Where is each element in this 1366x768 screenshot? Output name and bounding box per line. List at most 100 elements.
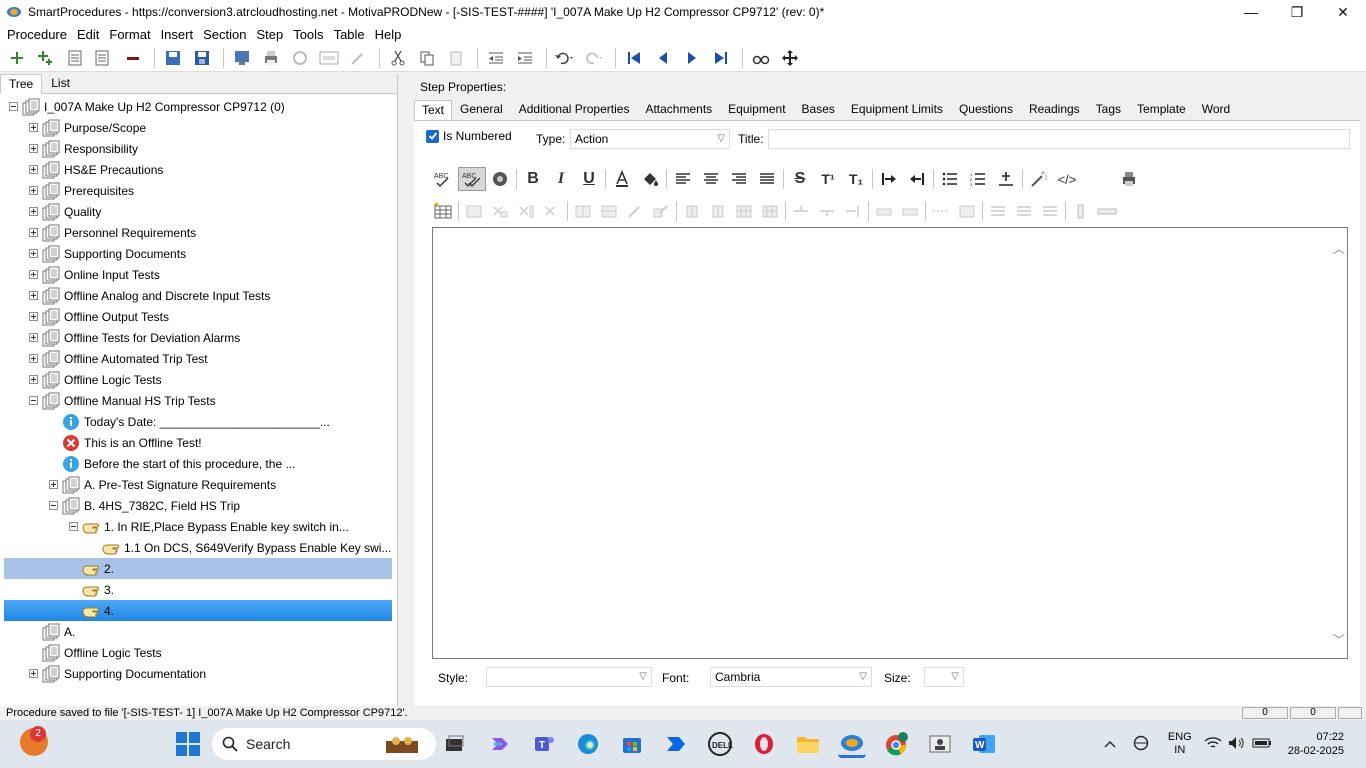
next-icon[interactable]	[679, 46, 705, 70]
collapse-icon[interactable]	[9, 102, 18, 111]
align-right-icon[interactable]	[725, 167, 753, 191]
powerautomate-icon[interactable]	[662, 730, 690, 758]
file-explorer-icon[interactable]	[794, 730, 822, 758]
find-icon[interactable]	[748, 46, 774, 70]
fill-color-icon[interactable]	[636, 167, 664, 191]
export-icon[interactable]	[229, 46, 255, 70]
refresh-icon[interactable]	[287, 46, 313, 70]
menu-table[interactable]: Table	[329, 27, 370, 42]
expand-icon[interactable]	[29, 228, 38, 237]
cell-align-left-disabled-icon[interactable]	[985, 199, 1011, 223]
align-justify-icon[interactable]	[753, 167, 781, 191]
dell-icon[interactable]: DELL	[706, 730, 734, 758]
delete-col-disabled-icon[interactable]	[513, 199, 539, 223]
magic-wand-icon[interactable]	[1025, 167, 1053, 191]
tab-readings[interactable]: Readings	[1021, 99, 1088, 120]
outdent-icon[interactable]	[483, 46, 509, 70]
menu-section[interactable]: Section	[198, 27, 251, 42]
chrome-icon[interactable]	[882, 730, 910, 758]
align-center-icon[interactable]	[697, 167, 725, 191]
tree-item[interactable]: Offline Tests for Deviation Alarms	[4, 327, 392, 348]
tree-item[interactable]: This is an Offline Test!	[4, 432, 392, 453]
tree-item[interactable]: Prerequisites	[4, 180, 392, 201]
smartprocedures-taskbar-icon[interactable]	[838, 730, 866, 758]
word-icon[interactable]: W	[970, 730, 998, 758]
task-view-icon[interactable]	[440, 730, 468, 758]
tab-tags[interactable]: Tags	[1088, 99, 1129, 120]
list-icon[interactable]	[62, 46, 88, 70]
remove-icon[interactable]	[120, 46, 146, 70]
menu-tools[interactable]: Tools	[288, 27, 328, 42]
tree-item[interactable]: B. 4HS_7382C, Field HS Trip	[4, 495, 392, 516]
add-child-icon[interactable]	[33, 46, 59, 70]
tab-text[interactable]: Text	[414, 100, 453, 120]
scroll-down-icon[interactable]: ﹀	[1333, 631, 1345, 648]
undo-icon[interactable]	[552, 46, 578, 70]
insert-row-below-disabled-icon[interactable]	[757, 199, 783, 223]
app-manager-icon[interactable]	[926, 730, 954, 758]
minimize-button[interactable]: —	[1228, 0, 1274, 24]
collapse-icon[interactable]	[49, 501, 58, 510]
windows-start-icon[interactable]	[176, 732, 200, 756]
volume-icon[interactable]	[1228, 736, 1246, 753]
cut-icon[interactable]	[385, 46, 411, 70]
teams-icon[interactable]: T	[530, 730, 558, 758]
tree-item[interactable]: Responsibility	[4, 138, 392, 159]
tab-template[interactable]: Template	[1129, 99, 1194, 120]
first-icon[interactable]	[621, 46, 647, 70]
tree-item[interactable]: 3.	[4, 579, 392, 600]
tree-item[interactable]: 2.	[4, 558, 392, 579]
spellcheck-auto-icon[interactable]: ABC	[458, 167, 486, 191]
chevron-up-icon[interactable]	[1104, 737, 1116, 751]
spellcheck-icon[interactable]: ABC	[430, 167, 458, 191]
insert-line-icon[interactable]	[992, 167, 1020, 191]
indent-icon[interactable]	[512, 46, 538, 70]
type-select[interactable]: Action ▽	[570, 129, 730, 149]
expand-icon[interactable]	[29, 270, 38, 279]
taskbar-search[interactable]: Search	[212, 728, 436, 760]
split-cells-disabled-icon[interactable]	[596, 199, 622, 223]
move-row-up-disabled-icon[interactable]	[788, 199, 814, 223]
tree-item[interactable]: Offline Logic Tests	[4, 369, 392, 390]
expand-icon[interactable]	[29, 123, 38, 132]
close-button[interactable]: ✕	[1320, 0, 1366, 24]
underline-button[interactable]: U	[575, 167, 603, 191]
row-height-disabled-icon[interactable]	[840, 199, 866, 223]
last-icon[interactable]	[708, 46, 734, 70]
redo-icon[interactable]	[581, 46, 607, 70]
footer-row-disabled-icon[interactable]	[897, 199, 923, 223]
tab-attachments[interactable]: Attachments	[637, 99, 720, 120]
tab-questions[interactable]: Questions	[951, 99, 1021, 120]
tab-bases[interactable]: Bases	[794, 99, 843, 120]
font-select[interactable]: Cambria ▽	[710, 667, 872, 687]
insert-col-left-disabled-icon[interactable]	[679, 199, 705, 223]
cell-align-right-disabled-icon[interactable]	[1037, 199, 1063, 223]
tab-equipment[interactable]: Equipment	[720, 99, 793, 120]
indent-right-icon[interactable]	[875, 167, 903, 191]
menu-insert[interactable]: Insert	[156, 27, 199, 42]
merge-cells-disabled-icon[interactable]	[570, 199, 596, 223]
print-preview-icon[interactable]	[1115, 167, 1143, 191]
tab-equipment-limits[interactable]: Equipment Limits	[843, 99, 951, 120]
expand-icon[interactable]	[29, 333, 38, 342]
superscript-button[interactable]: T¹	[814, 167, 842, 191]
tree-item[interactable]: Supporting Documentation	[4, 663, 392, 684]
battery-icon[interactable]	[1252, 737, 1272, 752]
menu-step[interactable]: Step	[251, 27, 288, 42]
tree-item[interactable]: HS&E Precautions	[4, 159, 392, 180]
add-icon[interactable]	[4, 46, 30, 70]
italic-button[interactable]: I	[547, 167, 575, 191]
strikethrough-button[interactable]: S	[786, 167, 814, 191]
opera-icon[interactable]	[750, 730, 778, 758]
previous-icon[interactable]	[650, 46, 676, 70]
align-left-icon[interactable]	[669, 167, 697, 191]
tree-item[interactable]: 1.1 On DCS, S649Verify Bypass Enable Key…	[4, 537, 392, 558]
delete-table-disabled-icon[interactable]	[539, 199, 565, 223]
tree-item[interactable]: Purpose/Scope	[4, 117, 392, 138]
expand-icon[interactable]	[29, 249, 38, 258]
tree-item[interactable]: Offline Automated Trip Test	[4, 348, 392, 369]
tree-item[interactable]: 4.	[4, 600, 392, 621]
bullet-list-icon[interactable]	[936, 167, 964, 191]
paste-icon[interactable]	[443, 46, 469, 70]
size-select[interactable]: ▽	[924, 667, 964, 687]
